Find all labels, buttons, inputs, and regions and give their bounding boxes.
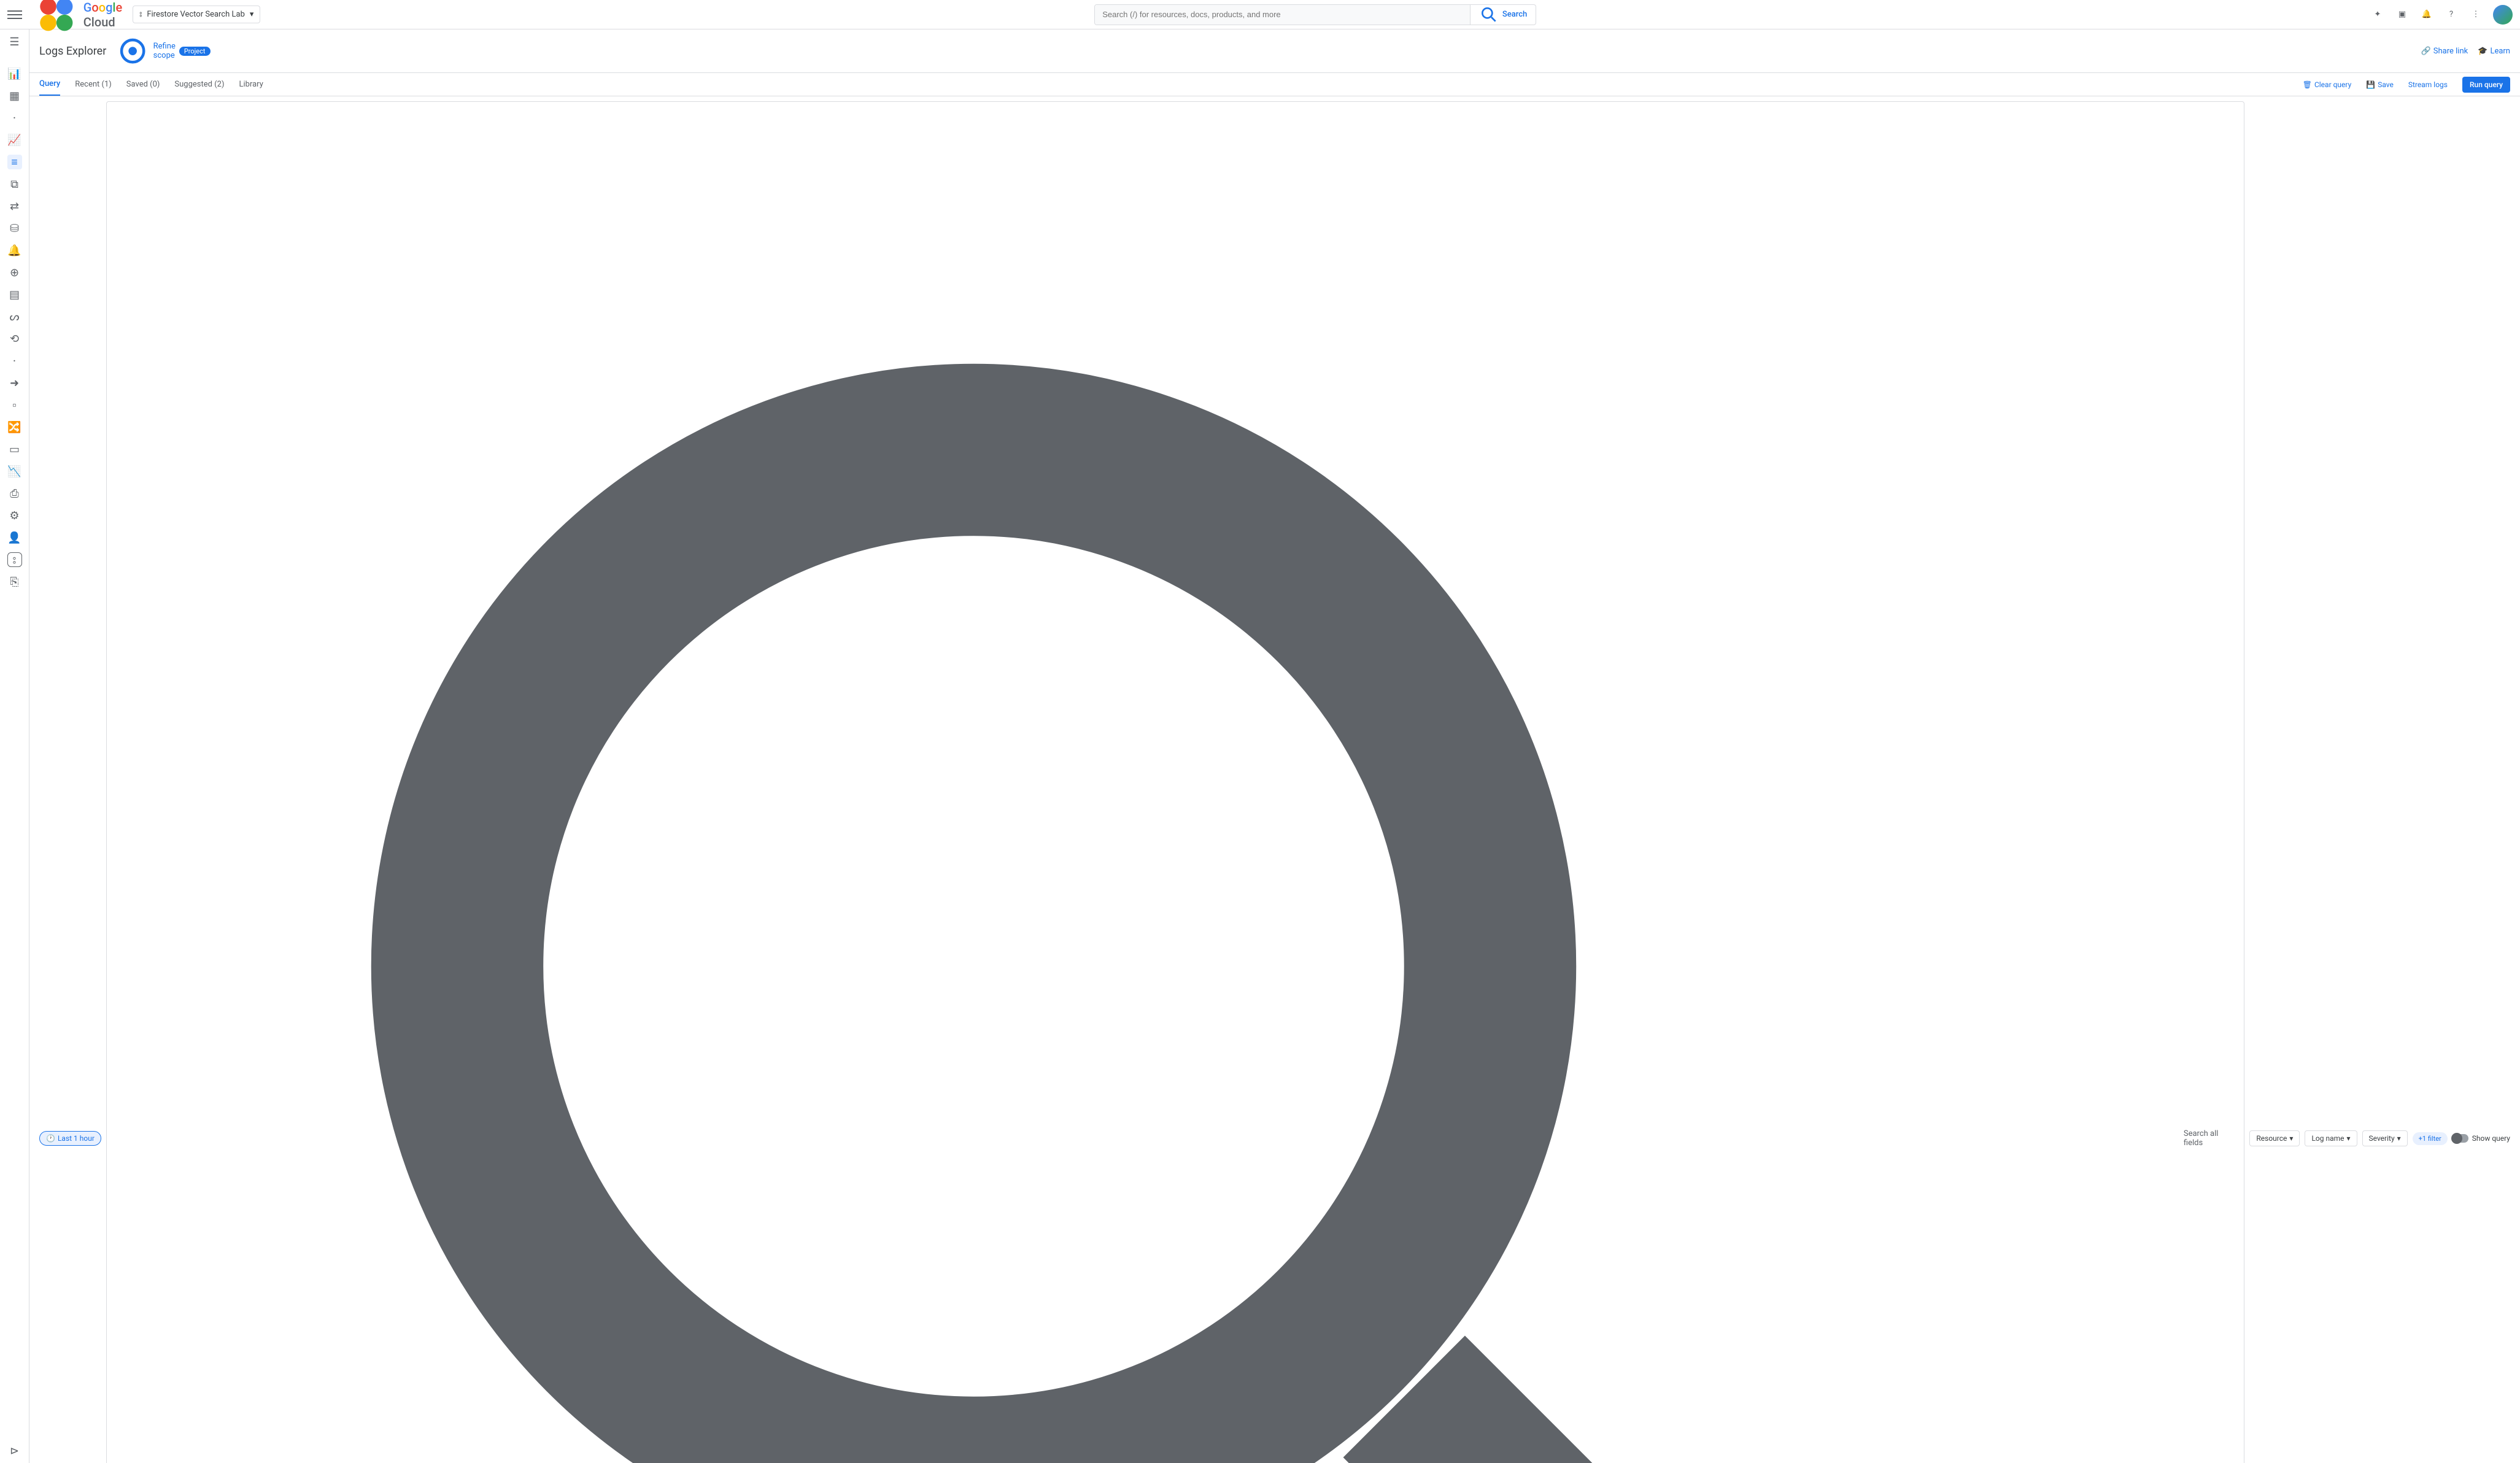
logname-dropdown[interactable]: Log name ▾ (2305, 1130, 2357, 1146)
chevron-down-icon: ▾ (2397, 1134, 2401, 1143)
project-picker[interactable]: ⦂ Firestore Vector Search Lab ▾ (133, 6, 260, 23)
tab-suggested[interactable]: Suggested (2) (174, 74, 224, 95)
left-nav-rail: ☰ 📊 ▦ · 📈 ≡ ⧉ ⇄ ⛁ 🔔 ⊕ ▤ ᔕ ⟲ · ➜ ▫ 🔀 ▭ 📉 … (0, 29, 29, 1463)
toggle-switch[interactable] (2452, 1134, 2468, 1143)
scope-icon (116, 34, 149, 68)
top-bar: Google Cloud ⦂ Firestore Vector Search L… (0, 0, 2520, 29)
search-button[interactable]: Search (1470, 5, 1536, 25)
query-bar: 🕐 Last 1 hour Search all fields Resource… (29, 96, 2520, 1463)
trash-icon: 🗑 (2303, 80, 2312, 89)
rail-storage-icon[interactable]: ⛁ (7, 221, 22, 236)
rail-chart-icon[interactable]: 📈 (7, 133, 22, 147)
rail-alert-icon[interactable]: 🔔 (7, 243, 22, 258)
page-title: Logs Explorer (39, 45, 106, 58)
global-search: Search (1094, 4, 1536, 25)
search-button-label: Search (1502, 10, 1527, 19)
tab-recent[interactable]: Recent (1) (75, 74, 112, 95)
rail-pin-icon[interactable]: ☰ (7, 34, 22, 49)
rail-user-icon[interactable]: 👤 (7, 530, 22, 545)
help-icon[interactable]: ? (2444, 7, 2459, 22)
gemini-icon[interactable]: ✦ (2370, 7, 2385, 22)
time-range-label: Last 1 hour (58, 1134, 95, 1143)
project-name: Firestore Vector Search Lab (147, 10, 245, 19)
rail-book-icon[interactable]: ▫ (7, 398, 22, 412)
rail-dashboard-icon[interactable]: 📊 (7, 66, 22, 81)
time-range-chip[interactable]: 🕐 Last 1 hour (39, 1131, 101, 1146)
stream-logs-button[interactable]: Stream logs (2408, 80, 2448, 89)
clear-query-button[interactable]: 🗑Clear query (2303, 80, 2352, 89)
learn-label: Learn (2490, 47, 2510, 56)
search-icon (1479, 5, 1499, 25)
rail-integrations-icon[interactable]: ⦂ (7, 552, 22, 567)
run-query-button[interactable]: Run query (2462, 77, 2510, 93)
severity-dropdown[interactable]: Severity ▾ (2362, 1130, 2408, 1146)
rail-config-icon[interactable]: ⎙ (7, 486, 22, 501)
fields-placeholder: Search all fields (2184, 1129, 2238, 1148)
rail-copy-icon[interactable]: ⎘ (7, 574, 22, 589)
rail-db-icon[interactable]: ▭ (7, 442, 22, 457)
save-query-button[interactable]: 💾Save (2366, 80, 2394, 89)
rail-logs-icon[interactable]: ≡ (7, 155, 22, 169)
rail-server-icon[interactable]: ▤ (7, 287, 22, 302)
share-link-button[interactable]: 🔗 Share link (2421, 47, 2468, 56)
nav-menu-button[interactable] (7, 7, 22, 22)
notifications-icon[interactable]: 🔔 (2419, 7, 2434, 22)
plus-filter-chip[interactable]: +1 filter (2413, 1132, 2448, 1145)
rail-analytics-icon[interactable]: ⧉ (7, 177, 22, 191)
cloud-shell-icon[interactable]: ▣ (2395, 7, 2410, 22)
tab-saved[interactable]: Saved (0) (126, 74, 160, 95)
refine-scope-label: Refine scope (153, 42, 176, 60)
tabs-bar: Query Recent (1) Saved (0) Suggested (2)… (29, 73, 2520, 96)
user-avatar[interactable] (2493, 5, 2513, 25)
search-input[interactable] (1095, 5, 1470, 25)
link-icon: 🔗 (2421, 47, 2431, 56)
chevron-down-icon: ▾ (250, 10, 254, 19)
rail-settings-icon[interactable]: ⚙ (7, 508, 22, 523)
learn-button[interactable]: 🎓 Learn (2478, 47, 2510, 56)
page-header: Logs Explorer Refine scope Project 🔗 Sha… (29, 29, 2520, 73)
rail-slo-icon[interactable]: ᔕ (7, 309, 22, 324)
refine-scope-button[interactable]: Refine scope Project (116, 34, 210, 68)
tab-query[interactable]: Query (39, 73, 60, 96)
rail-error-icon[interactable]: ⊕ (7, 265, 22, 280)
search-fields-input[interactable]: Search all fields (106, 101, 2244, 1463)
search-icon (113, 106, 2179, 1463)
rail-router-icon[interactable]: ⇄ (7, 199, 22, 214)
rail-metrics-icon[interactable]: ▦ (7, 88, 22, 103)
save-icon: 💾 (2366, 80, 2375, 89)
rail-shuffle-icon[interactable]: 🔀 (7, 420, 22, 434)
rail-trend-icon[interactable]: 📉 (7, 464, 22, 479)
show-query-toggle[interactable]: Show query (2452, 1134, 2510, 1143)
chevron-down-icon: ▾ (2347, 1134, 2351, 1143)
share-link-label: Share link (2433, 47, 2468, 56)
resource-dropdown[interactable]: Resource ▾ (2249, 1130, 2300, 1146)
rail-uptime-icon[interactable]: ⟲ (7, 331, 22, 346)
show-query-label: Show query (2472, 1134, 2510, 1143)
learn-icon: 🎓 (2478, 47, 2487, 56)
scope-badge: Project (179, 47, 211, 56)
clock-icon: 🕐 (46, 1134, 55, 1143)
project-picker-icon: ⦂ (139, 10, 142, 19)
rail-export-icon[interactable]: ➜ (7, 376, 22, 390)
rail-expand-icon[interactable]: ⊳ (7, 1443, 22, 1458)
chevron-down-icon: ▾ (2289, 1134, 2293, 1143)
tab-library[interactable]: Library (239, 74, 263, 95)
more-icon[interactable]: ⋮ (2468, 7, 2483, 22)
